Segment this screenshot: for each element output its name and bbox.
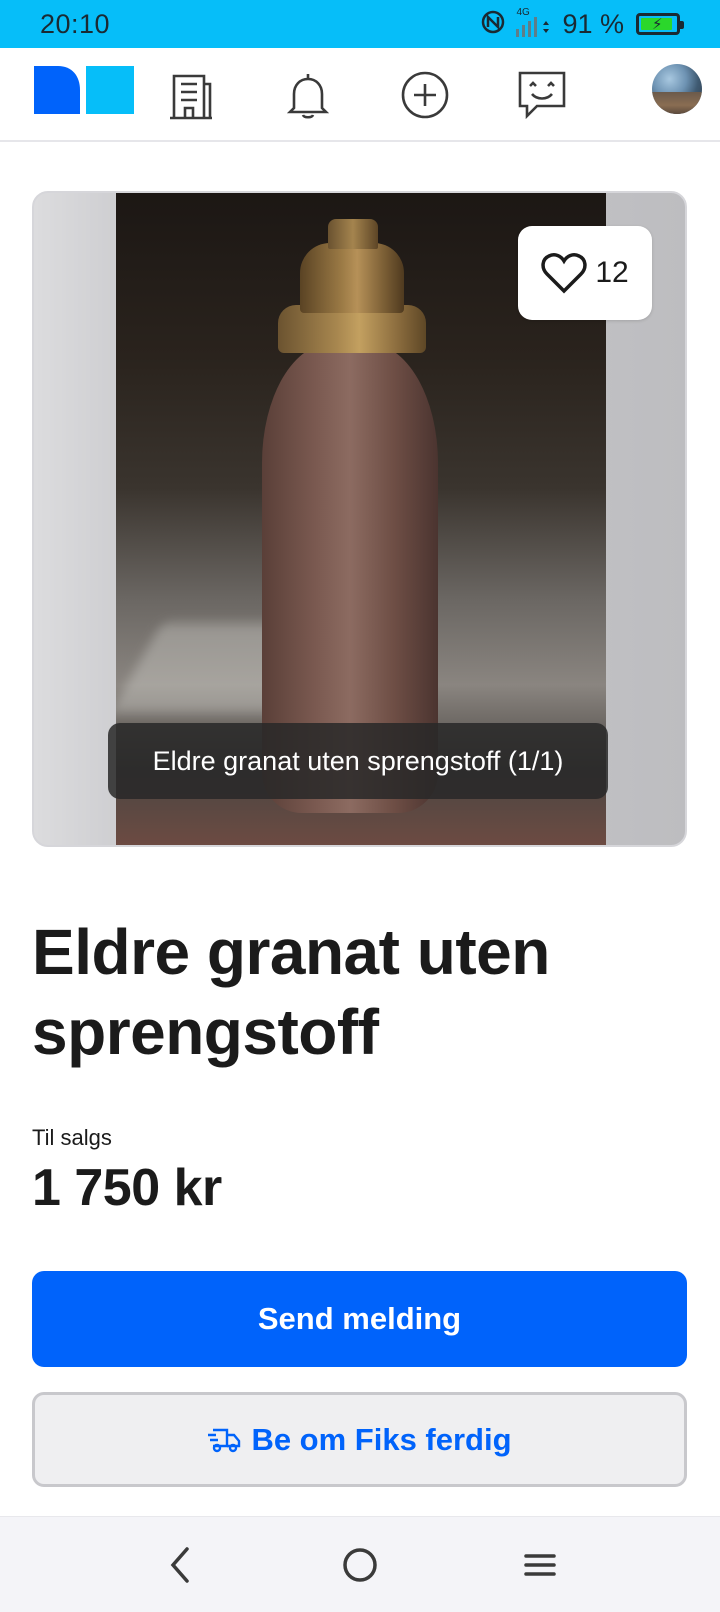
photo-shell-cone [300, 243, 404, 313]
favorite-button[interactable]: 12 [518, 226, 652, 320]
listing-price: 1 750 kr [32, 1159, 222, 1217]
status-time: 20:10 [40, 9, 111, 39]
home-icon[interactable] [332, 1537, 388, 1593]
back-icon[interactable] [152, 1537, 208, 1593]
menu-icon[interactable] [512, 1537, 568, 1593]
fiks-ferdig-label: Be om Fiks ferdig [251, 1421, 512, 1457]
image-gallery[interactable]: 12 Eldre granat uten sprengstoff (1/1) [32, 191, 687, 847]
image-caption: Eldre granat uten sprengstoff (1/1) [108, 723, 608, 799]
company-icon[interactable] [158, 62, 224, 128]
battery-tip [680, 21, 684, 29]
top-nav [0, 48, 720, 142]
photo-shell-tip [328, 219, 378, 249]
nfc-icon [480, 9, 506, 40]
avatar[interactable] [652, 64, 702, 114]
status-icons: 4G 91 % ⚡ [480, 6, 684, 42]
fiks-ferdig-button[interactable]: Be om Fiks ferdig [32, 1392, 687, 1487]
signal-icon: 4G [512, 7, 552, 39]
like-count: 12 [595, 256, 629, 289]
send-message-button[interactable]: Send melding [32, 1271, 687, 1367]
battery-icon: ⚡ [636, 13, 684, 35]
bell-icon[interactable] [275, 62, 341, 128]
status-bar: 20:10 4G 91 % ⚡ [0, 0, 720, 48]
charging-icon: ⚡ [652, 16, 663, 33]
battery-percent: 91 % [562, 8, 624, 39]
system-nav-bar [0, 1516, 720, 1612]
plus-circle-icon[interactable] [392, 62, 458, 128]
avatar-image [652, 92, 702, 114]
finn-logo[interactable] [34, 66, 134, 114]
chat-icon[interactable] [509, 62, 575, 128]
listing-status: Til salgs [32, 1125, 112, 1150]
delivery-truck-icon [208, 1428, 241, 1452]
listing-title: Eldre granat uten sprengstoff [32, 916, 550, 1068]
heart-icon [541, 253, 587, 294]
